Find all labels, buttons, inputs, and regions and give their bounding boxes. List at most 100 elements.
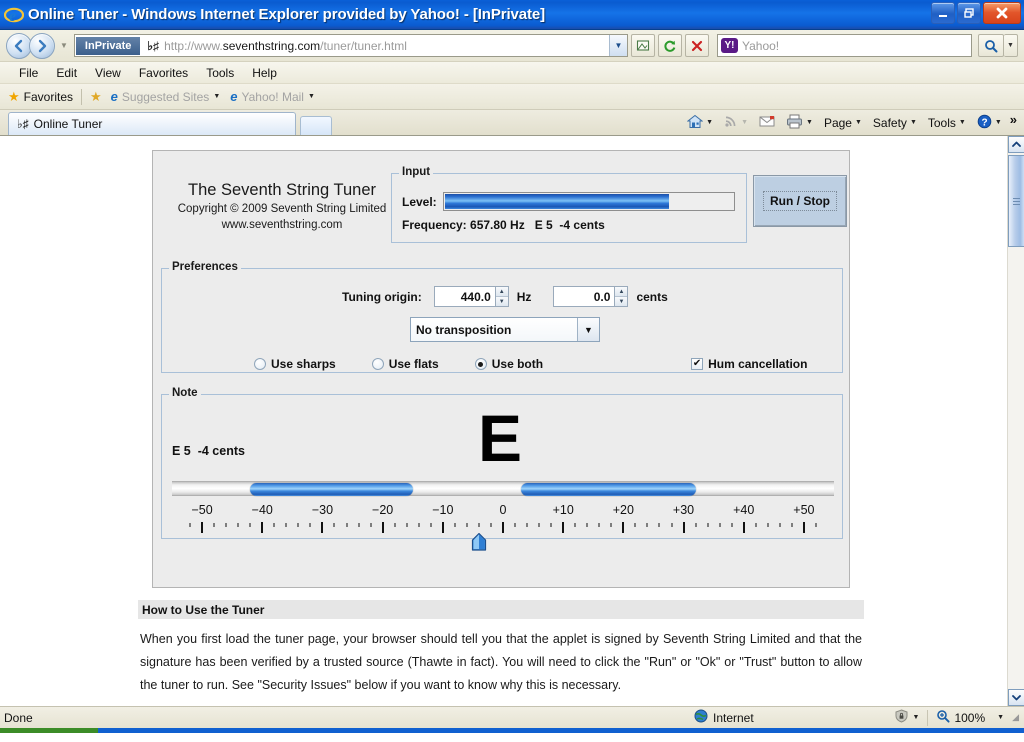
protected-mode-indicator[interactable]: ▼ (894, 709, 920, 726)
home-button[interactable]: ▼ (682, 113, 718, 133)
chevron-down-icon[interactable]: ▼ (706, 119, 713, 126)
scale-minor-tick (370, 523, 372, 527)
scroll-up-button[interactable] (1008, 136, 1024, 153)
status-bar: Done Internet ▼ 100% ▼ ◢ (0, 706, 1024, 728)
chevron-down-icon[interactable]: ▼ (855, 119, 862, 126)
refresh-icon[interactable] (658, 34, 682, 57)
tools-menu-button[interactable]: Tools ▼ (923, 115, 971, 131)
tab-bar: ♭♯ Online Tuner ▼ ▼ ▼ Page ▼ Safety ▼ To… (0, 110, 1024, 136)
favorites-link-yahoo-mail[interactable]: e Yahoo! Mail ▼ (230, 89, 315, 104)
search-input[interactable]: Y! Yahoo! (717, 34, 972, 57)
menu-file[interactable]: File (10, 64, 47, 82)
radio-use-both[interactable]: Use both (474, 357, 543, 371)
add-to-favorites-bar-button[interactable]: ★ (90, 89, 102, 105)
scroll-down-button[interactable] (1008, 689, 1024, 706)
howto-heading: How to Use the Tuner (138, 600, 864, 619)
chevron-down-icon[interactable]: ▼ (995, 119, 1002, 126)
tab-online-tuner[interactable]: ♭♯ Online Tuner (8, 112, 296, 135)
spinner-down-icon[interactable]: ▼ (495, 297, 508, 306)
radio-icon[interactable] (371, 358, 384, 370)
tuning-hz-spinner[interactable]: 440.0 ▲ ▼ (433, 286, 509, 307)
tuning-cents-spinner[interactable]: 0.0 ▲ ▼ (553, 286, 629, 307)
chevron-down-icon[interactable]: ▼ (577, 318, 599, 341)
chevron-down-icon[interactable]: ▼ (913, 714, 920, 721)
scrollbar-thumb[interactable] (1008, 155, 1024, 247)
print-button[interactable]: ▼ (781, 113, 818, 133)
forward-button[interactable] (29, 32, 55, 59)
favorites-center-button[interactable]: ★ Favorites (8, 89, 73, 105)
scale-minor-tick (490, 523, 492, 527)
compatibility-view-icon[interactable] (631, 34, 655, 57)
command-bar: ▼ ▼ ▼ Page ▼ Safety ▼ Tools ▼ ? ▼ » (682, 112, 1020, 133)
taskbar-sliver (0, 728, 1024, 733)
menu-tools[interactable]: Tools (197, 64, 243, 82)
checkbox-hum-cancellation[interactable]: ✔ Hum cancellation (691, 357, 807, 371)
magnifier-icon (936, 709, 950, 726)
vertical-scrollbar[interactable] (1007, 136, 1024, 706)
radio-icon-selected[interactable] (474, 358, 487, 370)
scale-minor-tick (707, 523, 709, 527)
favorites-link-suggested-sites[interactable]: e Suggested Sites ▼ (111, 89, 221, 104)
taskbar-start-button[interactable] (0, 728, 98, 733)
menu-view[interactable]: View (86, 64, 130, 82)
scale-minor-tick (538, 523, 540, 527)
menu-edit[interactable]: Edit (47, 64, 86, 82)
tuner-applet: The Seventh String Tuner Copyright © 200… (152, 150, 850, 588)
page-menu-button[interactable]: Page ▼ (819, 115, 867, 131)
tuning-cents-input[interactable]: 0.0 (553, 286, 616, 307)
chevron-down-icon[interactable]: ▼ (308, 93, 315, 100)
feeds-button[interactable]: ▼ (719, 113, 753, 132)
stop-icon[interactable] (685, 34, 709, 57)
checkbox-icon-checked[interactable]: ✔ (691, 358, 704, 370)
scale-minor-tick (346, 523, 348, 527)
close-button[interactable] (983, 2, 1021, 24)
chevron-down-icon[interactable]: ▼ (959, 119, 966, 126)
scale-minor-tick (418, 523, 420, 527)
address-input[interactable]: InPrivate ♭♯ http://www.seventhstring.co… (73, 34, 628, 57)
chevron-down-icon[interactable]: ▼ (741, 119, 748, 126)
address-dropdown-icon[interactable]: ▼ (609, 35, 627, 56)
favorites-link-label: Yahoo! Mail (241, 89, 304, 104)
chevron-down-icon[interactable]: ▼ (997, 714, 1004, 721)
howto-body-text: When you first load the tuner page, your… (140, 632, 862, 693)
favorites-link-label: Suggested Sites (121, 89, 210, 104)
radio-icon[interactable] (254, 358, 266, 370)
scale-minor-tick (514, 523, 516, 527)
note-letter-display: E (478, 401, 523, 475)
radio-use-sharps[interactable]: Use sharps (254, 357, 336, 371)
chevron-down-icon[interactable]: ▼ (213, 93, 220, 100)
security-zone[interactable]: Internet (694, 709, 754, 726)
restore-button[interactable] (957, 2, 981, 24)
transposition-select[interactable]: No transposition ▼ (410, 317, 600, 342)
new-tab-button[interactable] (300, 116, 332, 135)
radio-use-flats[interactable]: Use flats (371, 357, 439, 371)
chevron-down-icon[interactable]: ▼ (910, 119, 917, 126)
frequency-readout: Frequency: 657.80 Hz E 5 -4 cents (402, 218, 605, 232)
scale-minor-tick (297, 523, 299, 527)
scale-major-tick (381, 522, 384, 533)
scale-minor-tick (574, 523, 576, 527)
spinner-down-icon[interactable]: ▼ (615, 297, 628, 306)
command-bar-overflow-button[interactable]: » (1008, 112, 1020, 133)
menu-help[interactable]: Help (243, 64, 286, 82)
run-stop-button[interactable]: Run / Stop (753, 175, 847, 227)
resize-grip-icon[interactable]: ◢ (1012, 712, 1019, 723)
tuning-hz-input[interactable]: 440.0 (433, 286, 496, 307)
scale-major-tick (622, 522, 625, 533)
zoom-control[interactable]: 100% ▼ (936, 709, 1004, 726)
help-menu-button[interactable]: ? ▼ (972, 113, 1007, 133)
read-mail-button[interactable] (754, 114, 780, 132)
spinner-up-icon[interactable]: ▲ (495, 287, 508, 297)
toolbar-divider (81, 88, 83, 105)
help-icon: ? (977, 114, 992, 132)
spinner-up-icon[interactable]: ▲ (615, 287, 628, 297)
search-go-button[interactable] (978, 34, 1004, 57)
scale-minor-tick (646, 523, 648, 527)
menu-favorites[interactable]: Favorites (130, 64, 197, 82)
applet-website: www.seventhstring.com (221, 219, 343, 232)
minimize-button[interactable] (931, 2, 955, 24)
chevron-down-icon[interactable]: ▼ (806, 119, 813, 126)
search-options-dropdown-icon[interactable]: ▼ (1004, 34, 1018, 57)
safety-menu-button[interactable]: Safety ▼ (868, 115, 922, 131)
recent-pages-dropdown-icon[interactable]: ▼ (60, 41, 68, 50)
